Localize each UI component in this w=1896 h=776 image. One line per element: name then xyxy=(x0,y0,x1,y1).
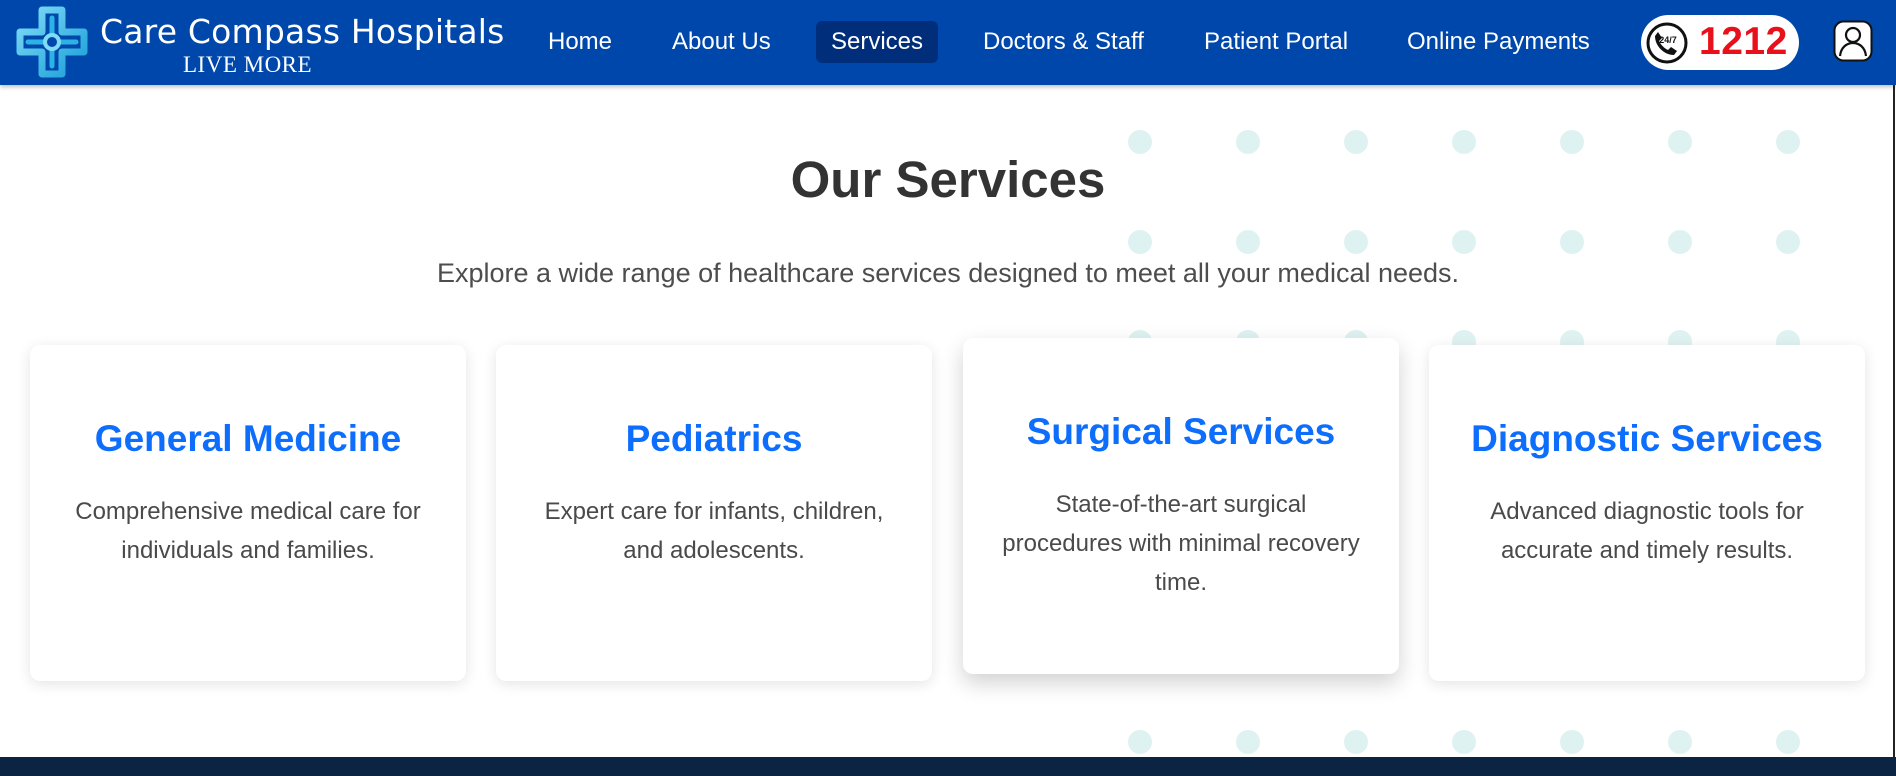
nav-doctors-staff-link[interactable]: Doctors & Staff xyxy=(968,21,1159,63)
service-card-surgical-services[interactable]: Surgical Services State-of-the-art surgi… xyxy=(963,338,1399,674)
services-section-title: Our Services xyxy=(790,151,1106,208)
nav-services-link[interactable]: Services xyxy=(816,21,939,63)
footer-top-strip xyxy=(0,757,1896,776)
nav-about-us-link[interactable]: About Us xyxy=(657,21,786,63)
service-card-title: General Medicine xyxy=(94,418,402,459)
page-edge-divider xyxy=(1893,85,1895,757)
decorative-dot xyxy=(1128,230,1152,254)
decorative-dot xyxy=(1236,730,1260,754)
service-card-description: Advanced diagnostic tools for accurate a… xyxy=(1490,498,1804,564)
decorative-dot xyxy=(1344,230,1368,254)
nav-online-payments-link[interactable]: Online Payments xyxy=(1392,21,1605,63)
hotline-icon-badge: 24/7 xyxy=(1659,35,1677,45)
decorative-dot xyxy=(1668,730,1692,754)
service-card-description: State-of-the-art surgical procedures wit… xyxy=(1002,491,1360,596)
service-card-general-medicine[interactable]: General Medicine Comprehensive medical c… xyxy=(30,345,466,681)
decorative-dot xyxy=(1560,230,1584,254)
service-card-pediatrics[interactable]: Pediatrics Expert care for infants, chil… xyxy=(496,345,932,681)
decorative-dot xyxy=(1668,230,1692,254)
decorative-dot xyxy=(1560,730,1584,754)
decorative-dot xyxy=(1344,730,1368,754)
top-navbar: Care Compass Hospitals LIVE MORE Home Ab… xyxy=(0,0,1896,85)
service-card-diagnostic-services[interactable]: Diagnostic Services Advanced diagnostic … xyxy=(1429,345,1865,681)
phone-24-7-icon: 24/7 xyxy=(1646,22,1688,64)
brand-name: Care Compass Hospitals xyxy=(100,12,505,51)
brand-tagline: LIVE MORE xyxy=(183,52,313,77)
service-card-description: Comprehensive medical care for individua… xyxy=(75,498,421,564)
nav-patient-portal-link[interactable]: Patient Portal xyxy=(1189,21,1363,63)
emergency-hotline-badge[interactable]: 24/7 1212 xyxy=(1641,15,1799,70)
service-card-description: Expert care for infants, children, and a… xyxy=(544,498,884,564)
decorative-dot xyxy=(1452,730,1476,754)
decorative-dot xyxy=(1128,730,1152,754)
decorative-dot xyxy=(1776,730,1800,754)
service-card-title: Pediatrics xyxy=(625,418,803,459)
service-card-title: Surgical Services xyxy=(1026,411,1336,452)
hotline-number: 1212 xyxy=(1699,20,1788,63)
user-profile-icon[interactable] xyxy=(1833,20,1873,62)
medical-cross-logo-icon xyxy=(16,6,88,78)
decorative-dot xyxy=(1452,230,1476,254)
services-section-subtitle: Explore a wide range of healthcare servi… xyxy=(436,258,1460,288)
decorative-dot xyxy=(1776,230,1800,254)
nav-home-link[interactable]: Home xyxy=(533,21,627,63)
decorative-dot xyxy=(1236,230,1260,254)
service-card-title: Diagnostic Services xyxy=(1471,418,1823,459)
